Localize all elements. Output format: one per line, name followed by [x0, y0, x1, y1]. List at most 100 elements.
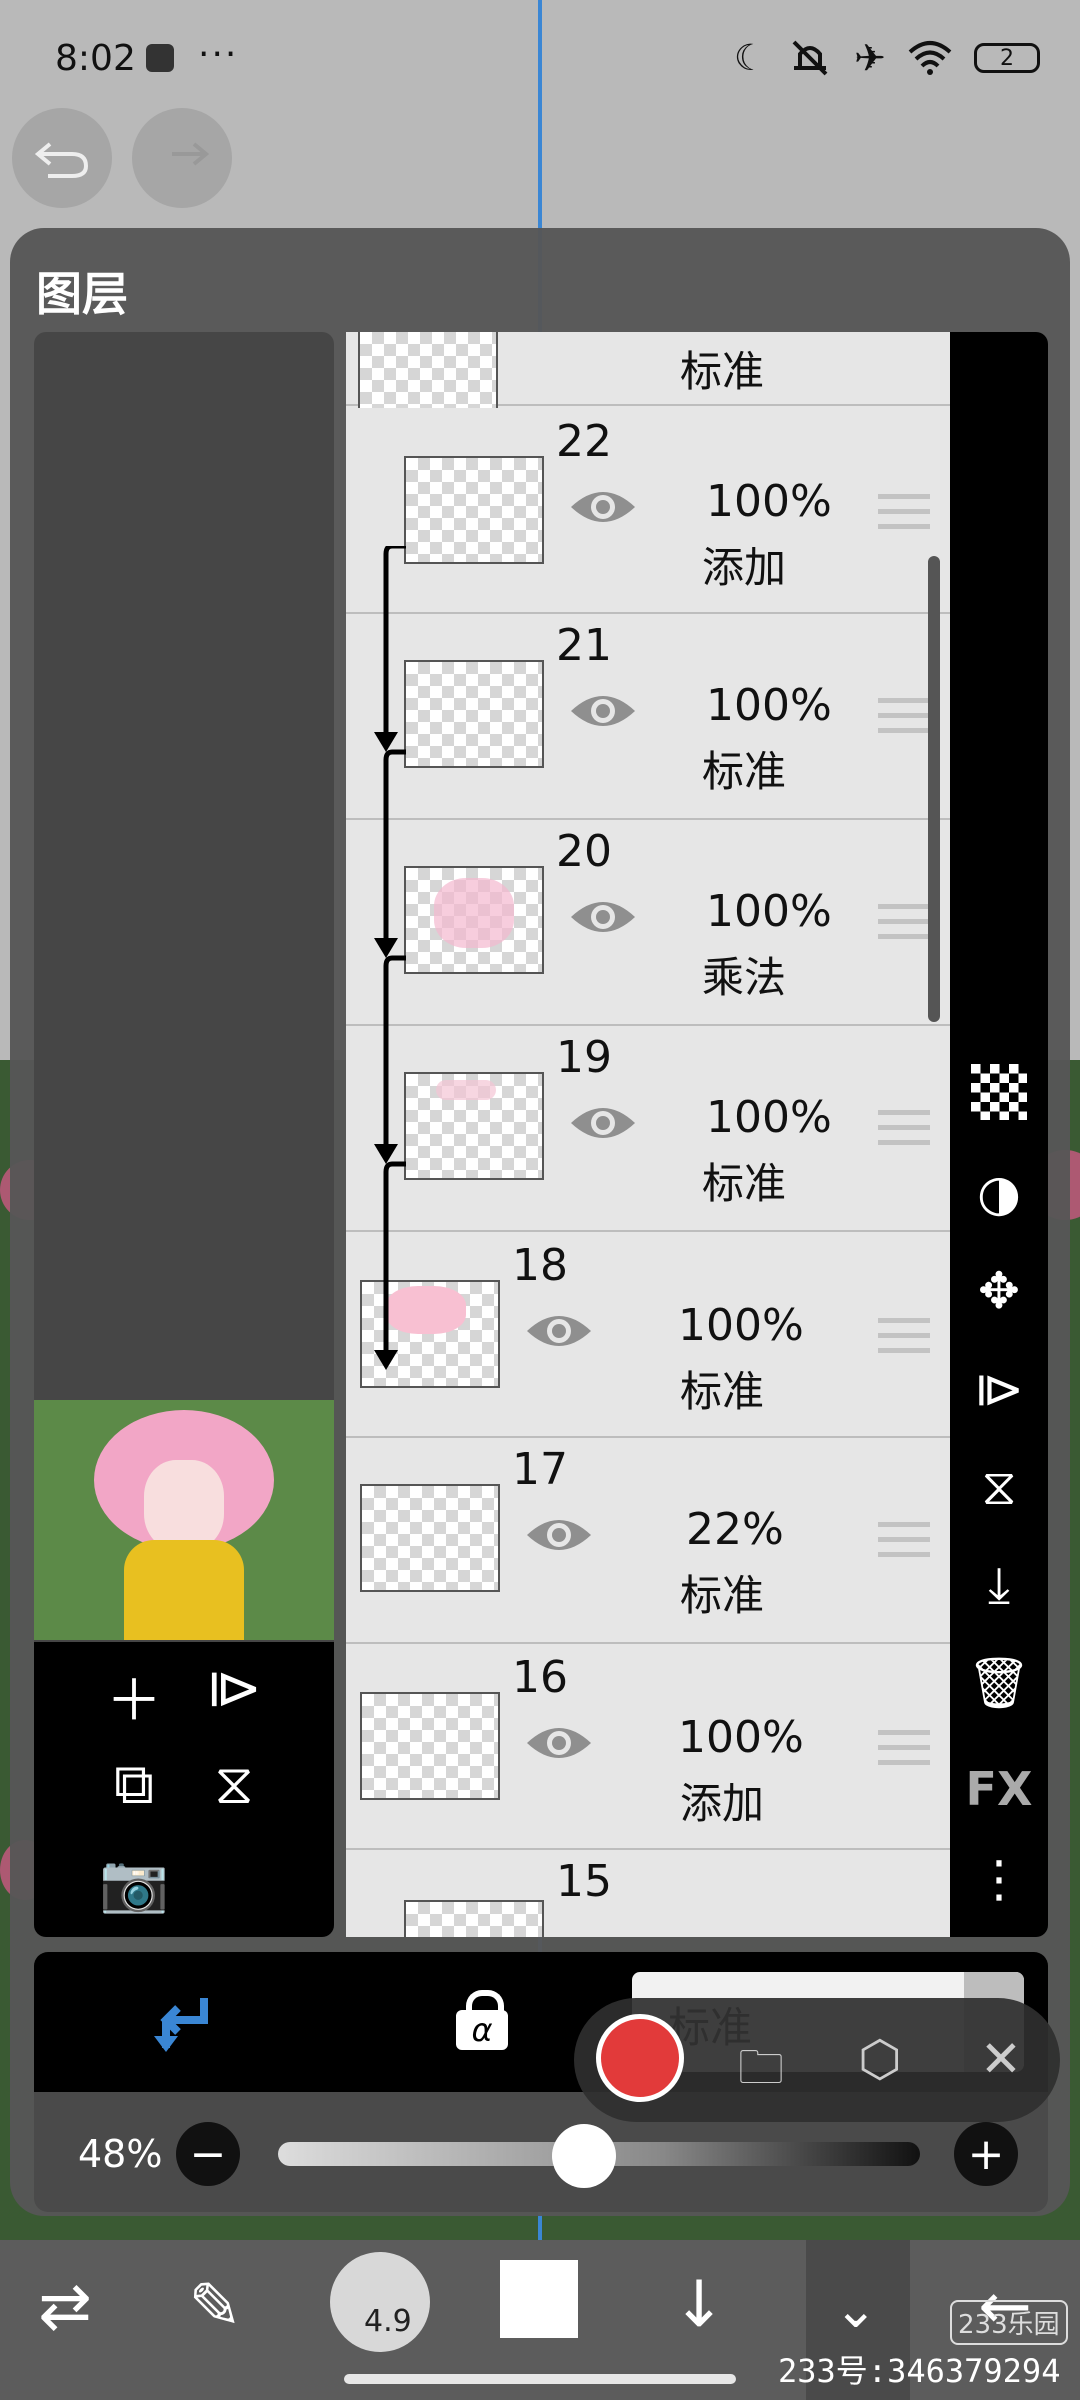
visibility-eye-icon[interactable]: [568, 482, 638, 532]
layer-blend-mode: 乘法: [702, 953, 787, 1002]
layer-opacity: 100%: [706, 680, 832, 731]
double-chevron-down-icon: ⌄: [834, 2280, 878, 2340]
status-time: 8:02: [55, 38, 136, 79]
layer-row[interactable]: 17 22% 标准: [346, 1438, 950, 1644]
minus-icon: −: [189, 2128, 227, 2180]
flip-vertical-icon[interactable]: ⧖: [950, 1458, 1048, 1517]
layer-row[interactable]: 标准: [346, 332, 950, 438]
camera-icon[interactable]: 📷: [94, 1850, 174, 1916]
visibility-eye-icon[interactable]: [524, 1510, 594, 1560]
layer-list-scrollbar[interactable]: [928, 556, 940, 1022]
preview-face: [144, 1460, 224, 1550]
drag-handle-icon[interactable]: [878, 1110, 930, 1145]
drag-handle-icon[interactable]: [878, 1522, 930, 1557]
flip-horizontal-icon[interactable]: ⧐: [950, 1360, 1048, 1418]
drag-handle-icon[interactable]: [878, 1318, 930, 1353]
flip-horizontal-icon[interactable]: ⧐: [194, 1656, 274, 1721]
layer-row[interactable]: 16 100% 添加: [346, 1644, 950, 1850]
visibility-eye-icon[interactable]: [568, 892, 638, 942]
flip-vertical-icon[interactable]: ⧖: [194, 1752, 274, 1818]
opacity-decrease-button[interactable]: −: [176, 2122, 240, 2186]
clipping-arrows: [374, 546, 406, 1370]
layer-opacity: 22%: [686, 1504, 784, 1555]
brush-size-button[interactable]: 4.9: [330, 2252, 430, 2352]
layer-number: 16: [512, 1652, 568, 1703]
layer-row[interactable]: 15: [346, 1850, 950, 1937]
watermark-text: 233号:346379294: [778, 2352, 1061, 2390]
alpha-lock-icon[interactable]: α: [452, 1990, 512, 2050]
visibility-eye-icon[interactable]: [524, 1306, 594, 1356]
layer-thumbnail: [404, 1072, 544, 1180]
invert-icon[interactable]: ◑: [950, 1164, 1048, 1222]
alpha-lock-label: α: [456, 2010, 508, 2050]
settings-hexagon-icon[interactable]: ⬡: [858, 2030, 902, 2088]
visibility-eye-icon[interactable]: [568, 1098, 638, 1148]
layer-thumbnail: [360, 1484, 500, 1592]
battery-indicator: 2: [974, 43, 1040, 73]
visibility-eye-icon[interactable]: [568, 686, 638, 736]
watermark-badge: 233乐园: [950, 2300, 1068, 2345]
close-icon[interactable]: ✕: [980, 2030, 1022, 2088]
color-swatch[interactable]: [500, 2260, 578, 2338]
notification-icon: [146, 44, 174, 72]
more-menu-icon[interactable]: ⋮: [950, 1850, 1048, 1908]
checker-transparency-icon[interactable]: [950, 1064, 1048, 1120]
eraser-swap-icon[interactable]: ⇄: [10, 2270, 120, 2344]
layer-thumbnail: [404, 456, 544, 564]
redo-icon: [172, 142, 210, 166]
folder-icon[interactable]: 🗀: [738, 2034, 784, 2112]
layer-row[interactable]: 22 100% 添加: [346, 408, 950, 614]
mute-icon: [792, 40, 828, 76]
preview-body: [124, 1540, 244, 1640]
opacity-increase-button[interactable]: +: [954, 2122, 1018, 2186]
layer-row[interactable]: 21 100% 标准: [346, 614, 950, 820]
drag-handle-icon[interactable]: [878, 494, 930, 529]
layer-opacity: 100%: [706, 476, 832, 527]
layer-tools-left: [34, 1642, 334, 1937]
brush-size-label: 4.9: [364, 2304, 412, 2339]
drag-handle-icon[interactable]: [878, 1730, 930, 1765]
opacity-percent: 48%: [78, 2132, 163, 2176]
visibility-eye-icon[interactable]: [524, 1718, 594, 1768]
moon-icon: ☾: [733, 37, 767, 79]
brush-icon[interactable]: ✎: [160, 2270, 270, 2344]
layer-row[interactable]: 18 100% 标准: [346, 1232, 950, 1438]
layer-opacity: 100%: [706, 886, 832, 937]
gesture-bar[interactable]: [344, 2374, 736, 2384]
add-layer-icon[interactable]: ＋: [94, 1656, 174, 1737]
layer-blend-mode: 标准: [702, 1159, 787, 1208]
arrow-down-icon[interactable]: ↓: [644, 2268, 754, 2342]
layer-number: 15: [556, 1856, 612, 1907]
merge-down-icon[interactable]: ⤓: [950, 1556, 1048, 1615]
layer-list[interactable]: 标准 22 100% 添加 21 100% 标准 20 100% 乘法 19 1…: [346, 332, 950, 1937]
layer-blend-mode: 标准: [680, 1571, 765, 1620]
layer-number: 18: [512, 1240, 568, 1291]
status-bar: 8:02 ··· ☾ ✈ 2: [0, 0, 1080, 120]
layer-row[interactable]: 19 100% 标准: [346, 1026, 950, 1232]
layer-blend-mode: 标准: [680, 347, 765, 396]
drag-handle-icon[interactable]: [878, 698, 930, 733]
layer-thumbnail: [404, 660, 544, 768]
trash-icon[interactable]: 🗑: [950, 1654, 1048, 1713]
undo-button[interactable]: [12, 108, 112, 208]
opacity-slider-thumb[interactable]: [552, 2124, 616, 2188]
layer-number: 17: [512, 1444, 568, 1495]
move-icon[interactable]: ✥: [950, 1262, 1048, 1320]
duplicate-layer-icon[interactable]: ⧉: [94, 1752, 174, 1818]
redo-button[interactable]: [132, 108, 232, 208]
layer-opacity: 100%: [678, 1712, 804, 1763]
status-icons: ☾ ✈ 2: [734, 36, 1040, 80]
airplane-icon: ✈: [854, 36, 886, 80]
layer-blend-mode: 添加: [680, 1779, 765, 1828]
clipping-toggle-icon[interactable]: [150, 1990, 216, 2056]
panel-title: 图层: [36, 267, 128, 321]
drag-handle-icon[interactable]: [878, 904, 930, 939]
layer-opacity: 100%: [678, 1300, 804, 1351]
layer-row[interactable]: 20 100% 乘法: [346, 820, 950, 1026]
fx-button[interactable]: FX: [950, 1762, 1048, 1816]
layer-number: 19: [556, 1032, 612, 1083]
plus-icon: +: [967, 2128, 1005, 2180]
layer-blend-mode: 标准: [680, 1367, 765, 1416]
record-button[interactable]: [596, 2014, 684, 2102]
status-more-dots: ···: [198, 34, 239, 75]
